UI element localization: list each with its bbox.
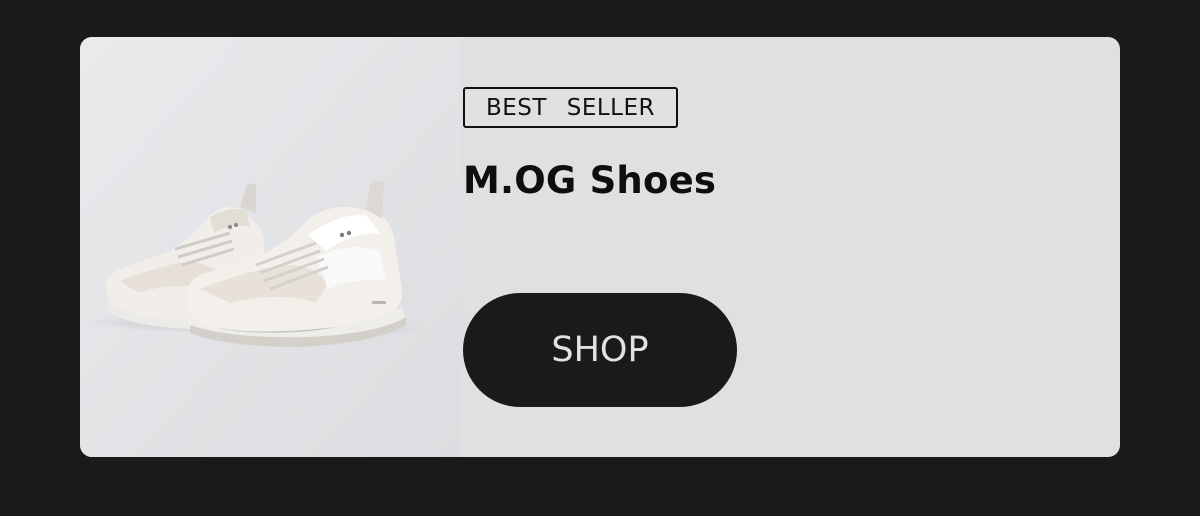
shop-button[interactable]: SHOP (463, 293, 737, 407)
sneaker-pair-image (80, 37, 460, 457)
product-title: M.OG Shoes (463, 159, 717, 202)
product-card: BEST SELLER M.OG Shoes SHOP (80, 37, 1120, 457)
best-seller-badge: BEST SELLER (463, 87, 678, 128)
